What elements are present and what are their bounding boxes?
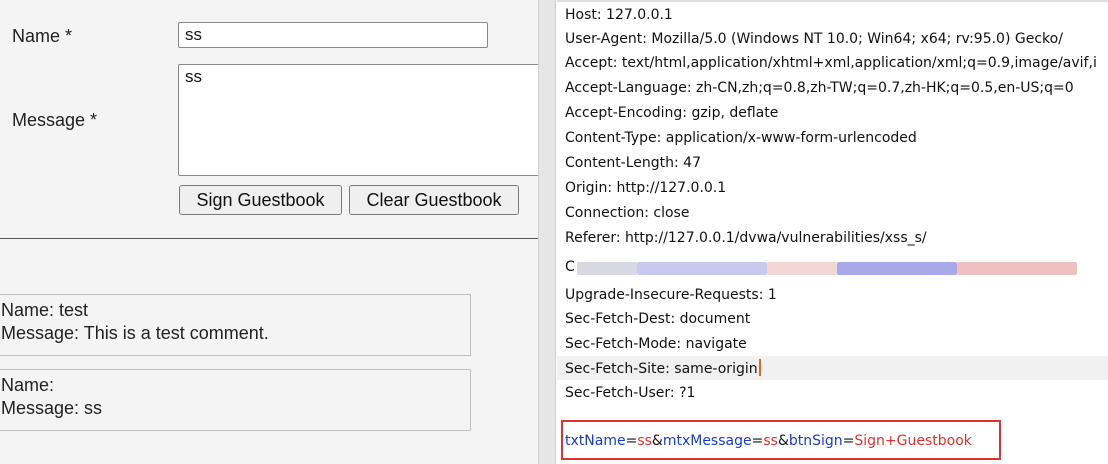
message-textarea[interactable]: ss bbox=[178, 64, 538, 176]
entry-name: Name: bbox=[1, 375, 55, 395]
text-cursor bbox=[758, 359, 761, 376]
header-line: Sec-Fetch-User: ?1 bbox=[565, 385, 696, 401]
guestbook-pane: Name * Message * ss Sign Guestbook Clear… bbox=[0, 0, 538, 464]
param-key: mtxMessage bbox=[662, 433, 752, 449]
header-line: Upgrade-Insecure-Requests: 1 bbox=[565, 287, 777, 303]
entry-message: Message: This is a test comment. bbox=[1, 323, 269, 343]
param-key: btnSign bbox=[788, 433, 843, 449]
header-line-cookie: C bbox=[565, 259, 575, 275]
header-line: Referer: http://127.0.0.1/dvwa/vulnerabi… bbox=[565, 230, 927, 246]
guestbook-entry: Name: Message: ss bbox=[0, 369, 471, 431]
header-line: Sec-Fetch-Dest: document bbox=[565, 311, 751, 327]
header-line-text: Sec-Fetch-Site: same-origin bbox=[565, 361, 758, 377]
header-line: Content-Length: 47 bbox=[565, 155, 702, 171]
param-value: ss bbox=[763, 433, 778, 449]
header-line: User-Agent: Mozilla/5.0 (Windows NT 10.0… bbox=[565, 31, 1063, 47]
entry-name: Name: test bbox=[1, 300, 89, 320]
sign-guestbook-button[interactable]: Sign Guestbook bbox=[179, 185, 342, 215]
param-value: Sign+Guestbook bbox=[854, 433, 972, 449]
header-line: Accept: text/html,application/xhtml+xml,… bbox=[565, 55, 1097, 71]
header-line: Origin: http://127.0.0.1 bbox=[565, 180, 727, 196]
header-line: Accept-Language: zh-CN,zh;q=0.8,zh-TW;q=… bbox=[565, 80, 1074, 96]
header-line: Sec-Fetch-Mode: navigate bbox=[565, 336, 747, 352]
section-divider bbox=[0, 238, 538, 239]
header-line: Connection: close bbox=[565, 205, 690, 221]
header-line: Host: 127.0.0.1 bbox=[565, 7, 673, 23]
name-label: Name * bbox=[12, 26, 73, 46]
header-line: Content-Type: application/x-www-form-url… bbox=[565, 130, 917, 146]
header-line: Accept-Encoding: gzip, deflate bbox=[565, 105, 779, 121]
request-body-line: txtName=ss&mtxMessage=ss&btnSign=Sign+Gu… bbox=[565, 433, 972, 449]
entry-message: Message: ss bbox=[1, 398, 103, 418]
redacted-cookie-blur bbox=[577, 258, 1077, 278]
http-request-pane[interactable]: Host: 127.0.0.1 User-Agent: Mozilla/5.0 … bbox=[557, 0, 1108, 464]
guestbook-entry: Name: test Message: This is a test comme… bbox=[0, 294, 471, 356]
param-key: txtName bbox=[565, 433, 626, 449]
clear-guestbook-button[interactable]: Clear Guestbook bbox=[349, 185, 519, 215]
pane-splitter[interactable] bbox=[538, 0, 556, 464]
request-top-border bbox=[557, 0, 1108, 2]
name-input[interactable] bbox=[178, 22, 488, 48]
message-label: Message * bbox=[12, 110, 98, 130]
param-value: ss bbox=[637, 433, 652, 449]
header-line-active: Sec-Fetch-Site: same-origin bbox=[565, 358, 761, 380]
